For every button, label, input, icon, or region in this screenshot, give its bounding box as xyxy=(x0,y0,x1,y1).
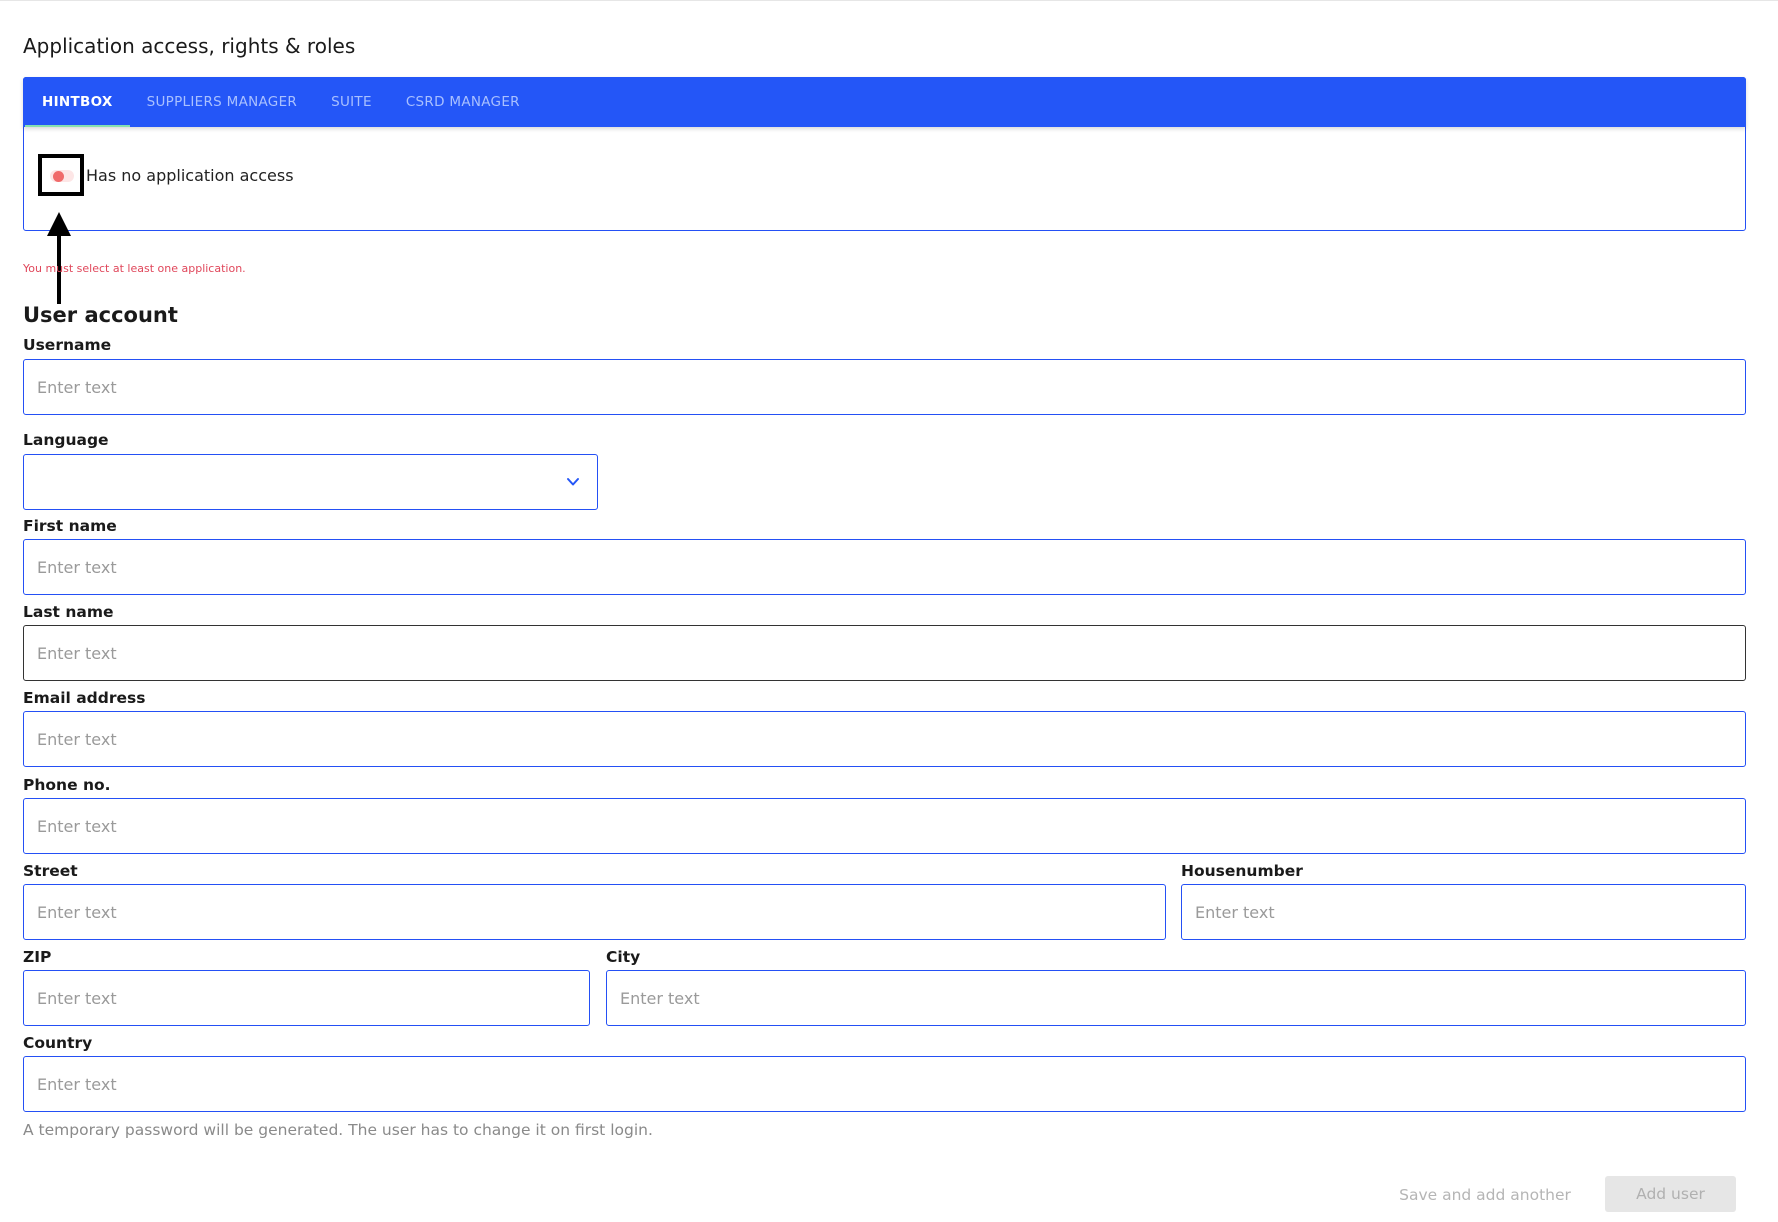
zip-label: ZIP xyxy=(23,948,52,966)
phone-input[interactable] xyxy=(23,798,1746,854)
country-label: Country xyxy=(23,1034,93,1052)
tab-csrd-manager[interactable]: CSRD MANAGER xyxy=(389,77,537,127)
top-divider xyxy=(0,0,1778,1)
street-input[interactable] xyxy=(23,884,1166,940)
language-select[interactable] xyxy=(23,454,598,510)
country-input[interactable] xyxy=(23,1056,1746,1112)
application-access-toggle-row: Has no application access xyxy=(38,154,294,196)
phone-label: Phone no. xyxy=(23,776,111,794)
application-error-message: You must select at least one application… xyxy=(23,262,246,275)
first-name-input[interactable] xyxy=(23,539,1746,595)
annotation-arrow-icon xyxy=(47,212,71,304)
housenumber-label: Housenumber xyxy=(1181,862,1303,880)
toggle-knob xyxy=(53,171,64,182)
username-label: Username xyxy=(23,336,112,354)
language-label: Language xyxy=(23,431,109,449)
password-hint: A temporary password will be generated. … xyxy=(23,1121,653,1139)
email-label: Email address xyxy=(23,689,146,707)
email-input[interactable] xyxy=(23,711,1746,767)
application-access-toggle-label: Has no application access xyxy=(86,165,294,185)
chevron-down-icon xyxy=(567,478,579,486)
access-section-title: Application access, rights & roles xyxy=(23,34,356,58)
add-user-button[interactable]: Add user xyxy=(1605,1176,1736,1212)
last-name-label: Last name xyxy=(23,603,114,621)
application-access-card: HINTBOX SUPPLIERS MANAGER SUITE CSRD MAN… xyxy=(23,77,1746,231)
tab-suppliers-manager[interactable]: SUPPLIERS MANAGER xyxy=(130,77,314,127)
save-and-add-another-button[interactable]: Save and add another xyxy=(1390,1177,1580,1213)
application-tab-bar: HINTBOX SUPPLIERS MANAGER SUITE CSRD MAN… xyxy=(23,77,1746,127)
last-name-input[interactable] xyxy=(23,625,1746,681)
first-name-label: First name xyxy=(23,517,117,535)
tab-hintbox[interactable]: HINTBOX xyxy=(25,77,130,127)
housenumber-input[interactable] xyxy=(1181,884,1746,940)
city-label: City xyxy=(606,948,641,966)
city-input[interactable] xyxy=(606,970,1746,1026)
user-account-title: User account xyxy=(23,303,178,327)
username-input[interactable] xyxy=(23,359,1746,415)
application-access-toggle[interactable] xyxy=(38,154,84,196)
tab-suite[interactable]: SUITE xyxy=(314,77,389,127)
zip-input[interactable] xyxy=(23,970,590,1026)
street-label: Street xyxy=(23,862,78,880)
